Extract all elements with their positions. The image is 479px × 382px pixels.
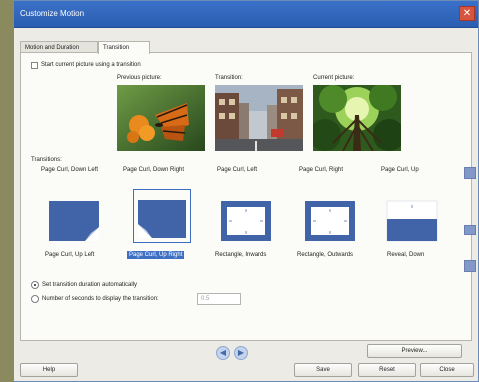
seconds-label: Number of seconds to display the transit… bbox=[42, 296, 159, 302]
page-curl-up-left-thumbnail[interactable] bbox=[45, 195, 103, 245]
previous-arrow-icon[interactable]: ◀ bbox=[216, 346, 230, 360]
seconds-spinner[interactable]: 0.5 bbox=[197, 293, 241, 305]
gallery-top-label: Page Curl, Right bbox=[299, 167, 344, 173]
transition-preview-thumbnail bbox=[215, 85, 303, 151]
auto-duration-radio[interactable] bbox=[31, 281, 39, 289]
preview-button[interactable]: Preview... bbox=[367, 344, 462, 358]
gallery-top-label: Page Curl, Left bbox=[217, 167, 258, 173]
window-title: Customize Motion bbox=[20, 9, 85, 18]
page-curl-up-left-label[interactable]: Page Curl, Up Left bbox=[45, 252, 94, 258]
transitions-section-label: Transitions: bbox=[31, 157, 62, 163]
rectangle-outwards-label[interactable]: Rectangle, Outwards bbox=[297, 252, 353, 258]
title-bar: Customize Motion ✕ bbox=[14, 1, 478, 28]
gallery-scroll-down-button[interactable] bbox=[464, 260, 476, 272]
gallery-scroll-thumb[interactable] bbox=[464, 225, 476, 235]
reset-button[interactable]: Reset bbox=[358, 363, 416, 377]
seconds-radio[interactable] bbox=[31, 295, 39, 303]
transition-panel: Start current picture using a transition… bbox=[20, 52, 476, 341]
transition-caption: Transition: bbox=[215, 75, 243, 81]
save-button[interactable]: Save bbox=[294, 363, 352, 377]
start-transition-label: Start current picture using a transition bbox=[41, 62, 141, 68]
start-transition-checkbox[interactable] bbox=[31, 62, 38, 69]
page-curl-up-right-thumbnail[interactable] bbox=[133, 189, 191, 243]
close-icon[interactable]: ✕ bbox=[459, 6, 475, 21]
tab-transition[interactable]: Transition bbox=[98, 41, 150, 54]
rectangle-inwards-label[interactable]: Rectangle, Inwards bbox=[215, 252, 266, 258]
page-curl-up-right-label[interactable]: Page Curl, Up Right bbox=[127, 251, 185, 259]
next-arrow-icon[interactable]: ▶ bbox=[234, 346, 248, 360]
reveal-down-thumbnail[interactable] bbox=[383, 195, 441, 245]
rectangle-inwards-thumbnail[interactable] bbox=[217, 195, 275, 245]
close-button[interactable]: Close bbox=[420, 363, 474, 377]
reveal-down-label[interactable]: Reveal, Down bbox=[387, 252, 424, 258]
current-picture-caption: Current picture: bbox=[313, 75, 355, 81]
auto-duration-label: Set transition duration automatically bbox=[42, 282, 138, 288]
rectangle-outwards-thumbnail[interactable] bbox=[301, 195, 359, 245]
gallery-top-label: Page Curl, Down Right bbox=[123, 167, 185, 173]
background-strip bbox=[0, 0, 13, 382]
current-picture-thumbnail bbox=[313, 85, 401, 151]
gallery-top-label: Page Curl, Up bbox=[381, 167, 419, 173]
previous-picture-caption: Previous picture: bbox=[117, 75, 162, 81]
gallery-scroll-up-button[interactable] bbox=[464, 167, 476, 179]
gallery-top-label: Page Curl, Down Left bbox=[41, 167, 99, 173]
previous-picture-thumbnail bbox=[117, 85, 205, 151]
help-button[interactable]: Help bbox=[20, 363, 78, 377]
customize-motion-dialog: Customize Motion ✕ Motion and Duration T… bbox=[13, 0, 479, 382]
